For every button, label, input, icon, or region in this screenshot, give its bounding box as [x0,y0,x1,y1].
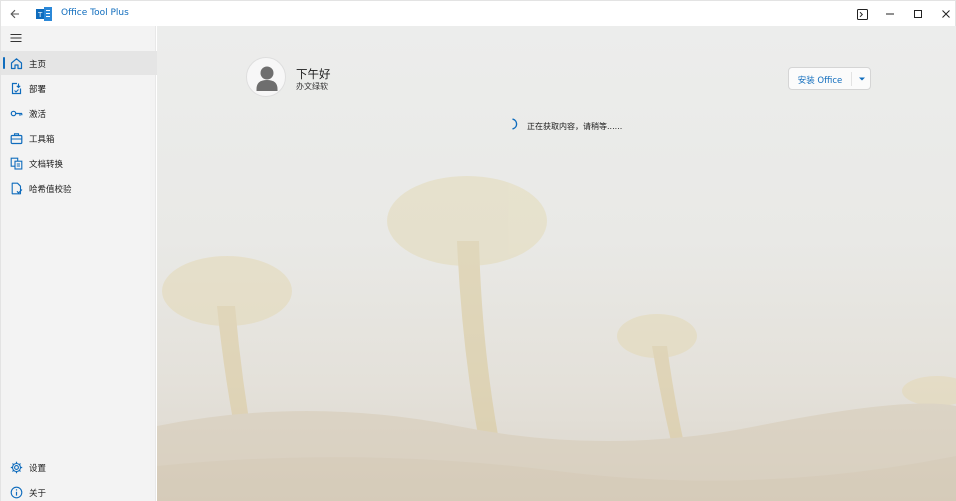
sidebar-item-activate[interactable]: 激活 [1,101,157,125]
home-icon [9,56,23,70]
sidebar-item-settings[interactable]: 设置 [1,455,157,479]
maximize-icon[interactable] [909,5,927,23]
document-convert-icon [9,156,23,170]
minimize-icon[interactable] [881,5,899,23]
loading-spinner-icon [510,118,522,130]
key-icon [9,106,23,120]
title-bar: T Office Tool Plus [0,0,956,26]
sidebar-item-label: 部署 [29,85,47,95]
office-tool-plus-logo: T [36,7,52,21]
main-content: 下午好 办文绿软 安装 Office 正在获取内容，请稍等...... [157,26,956,501]
loading-text: 正在获取内容，请稍等...... [527,122,623,131]
app-title: Office Tool Plus [61,8,129,18]
back-arrow-icon[interactable] [7,6,23,22]
sidebar: 主页 部署 激活 工具箱 文档转换 哈希值校验 设置 关于 [0,26,157,501]
sidebar-item-hash-check[interactable]: 哈希值校验 [1,176,157,200]
install-office-label: 安装 Office [797,76,843,86]
sidebar-item-about[interactable]: 关于 [1,480,157,501]
sidebar-item-label: 主页 [29,60,47,70]
sidebar-item-label: 激活 [29,110,47,120]
sidebar-item-label: 哈希值校验 [29,185,72,195]
avatar [246,57,286,97]
active-indicator [3,57,5,69]
chevron-down-icon[interactable] [856,73,868,85]
sidebar-item-document-convert[interactable]: 文档转换 [1,151,157,175]
deploy-icon [9,81,23,95]
svg-text:T: T [37,11,43,19]
hamburger-icon[interactable] [9,31,23,45]
button-divider [851,72,852,86]
sidebar-item-label: 文档转换 [29,160,64,170]
sidebar-item-label: 关于 [29,489,47,499]
sidebar-item-deploy[interactable]: 部署 [1,76,157,100]
hash-check-icon [9,181,23,195]
install-office-button[interactable]: 安装 Office [788,67,871,90]
background-image [157,176,956,501]
sidebar-item-home[interactable]: 主页 [1,51,157,75]
toolbox-icon [9,131,23,145]
terminal-icon[interactable] [853,5,871,23]
close-icon[interactable] [937,5,955,23]
sidebar-item-label: 设置 [29,464,47,474]
greeting-text: 下午好 [296,67,331,81]
sidebar-item-toolbox[interactable]: 工具箱 [1,126,157,150]
sidebar-item-label: 工具箱 [29,135,55,145]
user-name: 办文绿软 [296,82,328,91]
gear-icon [9,460,23,474]
info-icon [9,485,23,499]
